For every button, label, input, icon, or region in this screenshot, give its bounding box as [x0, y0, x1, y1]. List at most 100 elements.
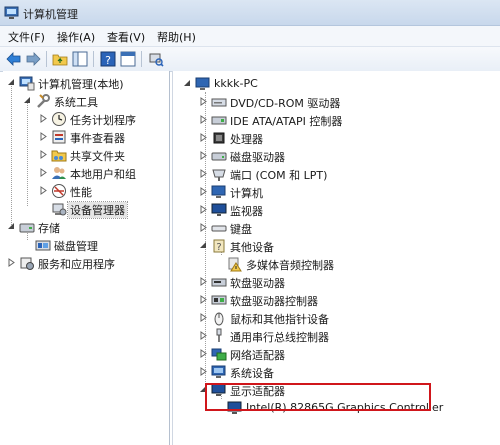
collapsed-arrow-icon[interactable] [39, 186, 48, 195]
forward-arrow-icon[interactable] [24, 50, 42, 68]
collapsed-arrow-icon[interactable] [39, 114, 48, 123]
tree-node-computer-management[interactable]: 计算机管理(本地) [7, 74, 167, 92]
properties-pane-icon[interactable] [119, 50, 137, 68]
device-node-label: 磁盘驱动器 [230, 151, 285, 164]
processor-icon [213, 132, 225, 144]
device-node-label: kkkk-PC [214, 77, 258, 90]
device-node-floppy-controller[interactable]: 软盘驱动器控制器 [199, 291, 499, 309]
collapsed-arrow-icon[interactable] [39, 132, 48, 141]
collapsed-arrow-icon[interactable] [199, 367, 208, 376]
expanded-arrow-icon[interactable] [7, 222, 16, 231]
menu-action[interactable]: 操作(A) [57, 29, 95, 45]
tree-node-label: 系统工具 [54, 96, 98, 109]
device-node-label: 系统设备 [230, 367, 274, 380]
tree-node-storage[interactable]: 存储 [7, 218, 167, 236]
tree-node-label: 计算机管理(本地) [38, 78, 124, 91]
device-node-label: 监视器 [230, 205, 263, 218]
collapsed-arrow-icon[interactable] [39, 168, 48, 177]
tree-node-label: 任务计划程序 [70, 114, 136, 127]
device-node-keyboard[interactable]: 键盘 [199, 219, 499, 237]
collapsed-arrow-icon[interactable] [199, 205, 208, 214]
highlight-box [205, 383, 431, 411]
device-node-mouse[interactable]: 鼠标和其他指针设备 [199, 309, 499, 327]
device-node-disk-drive[interactable]: 磁盘驱动器 [199, 147, 499, 165]
collapsed-arrow-icon[interactable] [199, 169, 208, 178]
collapsed-arrow-icon[interactable] [199, 151, 208, 160]
collapsed-arrow-icon[interactable] [7, 258, 16, 267]
services-icon [20, 257, 34, 270]
warning-device-icon [228, 257, 242, 272]
collapsed-arrow-icon[interactable] [39, 150, 48, 159]
device-node-processor[interactable]: 处理器 [199, 129, 499, 147]
collapsed-arrow-icon[interactable] [199, 223, 208, 232]
disk-management-icon [35, 240, 51, 251]
collapsed-arrow-icon[interactable] [199, 331, 208, 340]
collapsed-arrow-icon[interactable] [199, 277, 208, 286]
collapsed-arrow-icon[interactable] [199, 295, 208, 304]
device-node-computer-category[interactable]: 计算机 [199, 183, 499, 201]
tools-icon [37, 94, 50, 108]
floppy-controller-icon [211, 295, 227, 305]
device-node-label: 软盘驱动器控制器 [230, 295, 318, 308]
scan-hardware-icon[interactable] [147, 50, 165, 68]
device-node-network-adapter[interactable]: 网络适配器 [199, 345, 499, 363]
device-node-ide-controller[interactable]: IDE ATA/ATAPI 控制器 [199, 111, 499, 129]
help-icon[interactable]: ? [99, 50, 117, 68]
collapsed-arrow-icon[interactable] [199, 349, 208, 358]
device-node-multimedia-audio[interactable]: 多媒体音频控制器 [215, 255, 495, 273]
console-tree-pane: 计算机管理(本地) 系统工具 任务计划程序 事件查看器 共享文件夹 本地用户和组… [3, 71, 170, 445]
device-node-other-devices[interactable]: ? 其他设备 [199, 237, 499, 255]
up-folder-icon[interactable] [51, 50, 69, 68]
system-devices-icon [211, 365, 226, 378]
collapsed-arrow-icon[interactable] [199, 133, 208, 142]
device-node-dvd-drive[interactable]: DVD/CD-ROM 驱动器 [199, 93, 499, 111]
expanded-arrow-icon[interactable] [7, 78, 16, 87]
title-bar: 计算机管理 [0, 0, 500, 26]
collapsed-arrow-icon[interactable] [199, 313, 208, 322]
expanded-arrow-icon[interactable] [183, 79, 192, 88]
collapsed-arrow-icon[interactable] [199, 187, 208, 196]
menu-view[interactable]: 查看(V) [107, 29, 145, 45]
device-node-label: 鼠标和其他指针设备 [230, 313, 329, 326]
tree-node-task-scheduler[interactable]: 任务计划程序 [39, 110, 169, 128]
device-node-monitor[interactable]: 监视器 [199, 201, 499, 219]
tree-node-device-manager[interactable]: 设备管理器 [39, 200, 169, 219]
tree-node-local-users-groups[interactable]: 本地用户和组 [39, 164, 169, 182]
device-node-computer[interactable]: kkkk-PC [183, 75, 483, 93]
tree-node-disk-management[interactable]: 磁盘管理 [23, 236, 169, 254]
tree-node-label: 存储 [38, 222, 60, 235]
users-icon [52, 167, 66, 179]
menu-bar: 文件(F) 操作(A) 查看(V) 帮助(H) [0, 26, 500, 47]
other-devices-icon: ? [213, 239, 225, 253]
device-node-floppy-drive[interactable]: 软盘驱动器 [199, 273, 499, 291]
computer-management-icon [4, 6, 19, 19]
tree-node-services-applications[interactable]: 服务和应用程序 [7, 254, 167, 272]
collapsed-arrow-icon[interactable] [199, 97, 208, 106]
tree-node-event-viewer[interactable]: 事件查看器 [39, 128, 169, 146]
device-node-label: 计算机 [230, 187, 263, 200]
ide-controller-icon [211, 116, 227, 125]
device-node-ports[interactable]: 端口 (COM 和 LPT) [199, 165, 499, 183]
device-node-usb-controller[interactable]: 通用串行总线控制器 [199, 327, 499, 345]
menu-help[interactable]: 帮助(H) [157, 29, 196, 45]
show-hide-tree-icon[interactable] [71, 50, 89, 68]
event-viewer-icon [52, 130, 66, 144]
menu-file[interactable]: 文件(F) [8, 29, 45, 45]
toolbar-separator [141, 51, 142, 67]
svg-text:?: ? [105, 54, 111, 67]
expanded-arrow-icon[interactable] [23, 96, 32, 105]
tree-node-system-tools[interactable]: 系统工具 [23, 92, 169, 110]
mouse-icon [214, 312, 224, 326]
device-node-system-devices[interactable]: 系统设备 [199, 363, 499, 381]
tree-node-performance[interactable]: 性能 [39, 182, 169, 200]
expanded-arrow-icon[interactable] [199, 241, 208, 250]
back-arrow-icon[interactable] [5, 50, 23, 68]
collapsed-arrow-icon[interactable] [199, 115, 208, 124]
device-manager-icon [52, 203, 67, 216]
tree-node-label: 服务和应用程序 [38, 258, 115, 271]
tree-node-shared-folders[interactable]: 共享文件夹 [39, 146, 169, 164]
network-adapter-icon [211, 348, 227, 361]
toolbar: ? [0, 47, 500, 72]
port-icon [212, 169, 226, 181]
toolbar-separator [46, 51, 47, 67]
